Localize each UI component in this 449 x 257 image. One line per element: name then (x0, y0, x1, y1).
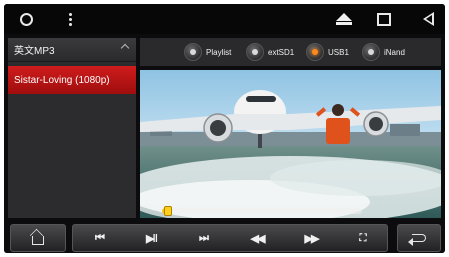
seek-bar[interactable] (162, 206, 362, 216)
folder-selector-label: 英文MP3 (14, 46, 55, 57)
play-pause-button[interactable]: ▶‖ (131, 225, 171, 251)
video-frame-image (140, 70, 441, 218)
video-viewport[interactable]: 0:05 (140, 70, 441, 218)
source-bar: Playlist extSD1 USB1 iNand (140, 38, 441, 66)
control-bar: ⏮ ▶‖ ⏭ ◀◀ ▶▶ ⛶ (4, 222, 445, 253)
playlist-item-label: Sistar-Loving (1080p) (14, 74, 110, 86)
rewind-button[interactable]: ◀◀ (237, 225, 277, 251)
radio-icon (184, 43, 202, 61)
source-usb1[interactable]: USB1 (306, 42, 349, 62)
previous-button[interactable]: ⏮ (79, 225, 119, 251)
source-label: extSD1 (268, 47, 295, 57)
source-playlist[interactable]: Playlist (184, 42, 231, 62)
chevron-up-icon (120, 43, 130, 53)
rewind-icon: ◀◀ (250, 232, 266, 245)
playback-controls: ⏮ ▶‖ ⏭ ◀◀ ▶▶ ⛶ (72, 224, 388, 252)
more-menu-icon[interactable] (64, 4, 76, 34)
home-icon (32, 235, 44, 245)
home-button[interactable] (10, 224, 66, 252)
head-unit-screen: 英文MP3 Sistar-Loving (1080p) Playlist ext… (4, 4, 445, 253)
fullscreen-button[interactable]: ⛶ (343, 225, 383, 251)
source-extsd1[interactable]: extSD1 (246, 42, 294, 62)
previous-track-icon: ⏮ (95, 231, 105, 244)
back-triangle-icon[interactable] (419, 4, 437, 34)
system-bar (4, 4, 445, 34)
fast-forward-icon: ▶▶ (304, 232, 320, 245)
source-label: USB1 (328, 47, 349, 57)
source-label: Playlist (206, 47, 232, 57)
play-pause-icon: ▶‖ (146, 232, 158, 245)
radio-icon (362, 43, 380, 61)
recent-apps-icon[interactable] (374, 4, 394, 34)
next-button[interactable]: ⏭ (183, 225, 223, 251)
source-inand[interactable]: iNand (362, 42, 405, 62)
return-button[interactable] (397, 224, 441, 252)
next-track-icon: ⏭ (199, 231, 209, 244)
seek-thumb[interactable] (164, 206, 172, 216)
radio-icon (306, 43, 324, 61)
playlist-panel: 英文MP3 Sistar-Loving (1080p) (8, 38, 136, 218)
radio-icon (246, 43, 264, 61)
fullscreen-icon: ⛶ (359, 232, 367, 244)
folder-selector[interactable]: 英文MP3 (8, 38, 136, 62)
home-circle-icon[interactable] (16, 4, 36, 34)
playlist-item-selected[interactable]: Sistar-Loving (1080p) (8, 66, 136, 94)
fast-forward-button[interactable]: ▶▶ (291, 225, 331, 251)
source-label: iNand (384, 47, 405, 57)
eject-icon[interactable] (334, 4, 354, 34)
return-arrow-icon (408, 234, 426, 246)
